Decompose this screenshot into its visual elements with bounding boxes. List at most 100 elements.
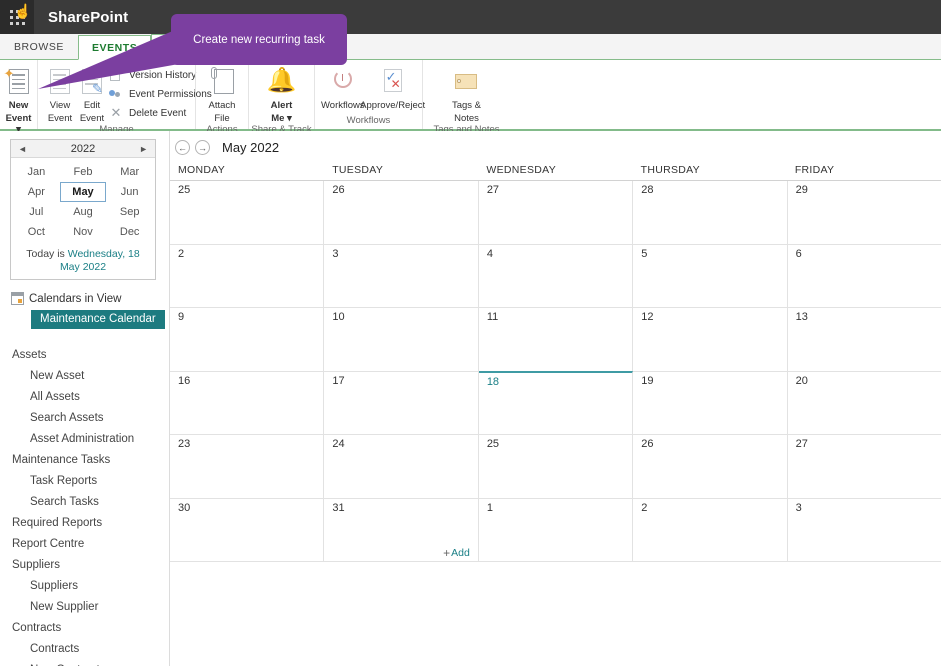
month-oct[interactable]: Oct — [13, 222, 60, 242]
month-feb[interactable]: Feb — [60, 162, 107, 182]
sidebar-item-search-tasks[interactable]: Search Tasks — [0, 492, 169, 513]
calendar-day-number: 5 — [641, 247, 648, 260]
month-mar[interactable]: Mar — [106, 162, 153, 182]
calendar-day-cell[interactable]: 17 — [324, 371, 479, 434]
calendar-day-cell[interactable]: 4 — [478, 244, 634, 307]
edit-event-button[interactable]: ✎ Edit Event — [76, 64, 108, 124]
calendar-day-cell[interactable]: 1 — [478, 498, 634, 561]
sidebar-item-contracts[interactable]: Contracts — [0, 639, 169, 660]
calendar-day-cell[interactable]: 11 — [478, 308, 634, 371]
month-apr[interactable]: Apr — [13, 182, 60, 202]
sidebar-item-new-supplier[interactable]: New Supplier — [0, 597, 169, 618]
month-jan[interactable]: Jan — [13, 162, 60, 182]
add-event-label: Add — [451, 547, 470, 559]
calendar-day-cell[interactable]: 2 — [633, 498, 788, 561]
calendar-toolbar: ← → May 2022 — [170, 131, 941, 164]
app-launcher-icon[interactable]: ☝ — [0, 0, 34, 34]
calendar-day-cell[interactable]: 26 — [633, 435, 788, 498]
tab-browse[interactable]: BROWSE — [0, 34, 78, 59]
calendar-day-cell[interactable]: 6 — [787, 244, 941, 307]
sidebar-item-required-reports[interactable]: Required Reports — [0, 513, 169, 534]
month-jun[interactable]: Jun — [106, 182, 153, 202]
calendar-day-number: 2 — [178, 247, 185, 260]
calendar-day-cell[interactable]: 19 — [633, 371, 788, 434]
calendar-day-cell[interactable]: 27 — [787, 435, 941, 498]
sidebar-item-contracts-group[interactable]: Contracts — [0, 618, 169, 639]
calendar-day-cell[interactable]: 5 — [633, 244, 788, 307]
calendar-day-cell[interactable]: 9 — [170, 308, 325, 371]
tab-events[interactable]: EVENTS — [77, 35, 152, 60]
calendar-day-cell[interactable]: 3 — [324, 244, 479, 307]
ribbon-group-new: ✦ New Event ▾ New — [0, 60, 37, 146]
edit-event-icon: ✎ — [76, 66, 108, 98]
sidebar-item-all-assets[interactable]: All Assets — [0, 387, 169, 408]
month-nov[interactable]: Nov — [60, 222, 107, 242]
month-jul[interactable]: Jul — [13, 202, 60, 222]
date-picker-months: Jan Feb Mar Apr May Jun Jul Aug Sep Oct … — [11, 158, 155, 244]
view-event-button[interactable]: View Event — [44, 64, 76, 124]
calendar-day-cell[interactable]: 25 — [478, 435, 634, 498]
attach-file-button[interactable]: Attach File — [202, 64, 242, 124]
tags-notes-button[interactable]: Tags & Notes — [443, 64, 491, 124]
ribbon-group-tags-notes: Tags & Notes Tags and Notes — [422, 60, 510, 135]
maintenance-calendar-badge[interactable]: Maintenance Calendar — [31, 310, 165, 329]
view-event-icon — [44, 66, 76, 98]
alert-me-button[interactable]: 🔔 Alert Me ▾ — [258, 64, 306, 124]
month-dec[interactable]: Dec — [106, 222, 153, 242]
sidebar-item-asset-administration[interactable]: Asset Administration — [0, 429, 169, 450]
ribbon-group-share-track: 🔔 Alert Me ▾ Share & Track — [248, 60, 314, 135]
sidebar-item-task-reports[interactable]: Task Reports — [0, 471, 169, 492]
calendar-day-cell[interactable]: 12 — [633, 308, 788, 371]
calendar-day-cell[interactable]: 31 + Add — [324, 498, 479, 561]
workflows-button[interactable]: Workflows — [321, 64, 365, 111]
ribbon-group-workflows: Workflows ✓ ✕ Approve/Reject Workflows — [314, 60, 425, 129]
calendar-day-cell[interactable]: 3 — [787, 498, 941, 561]
approve-reject-label: Approve/Reject — [360, 100, 426, 111]
calendar-title: May 2022 — [222, 140, 280, 155]
calendar-day-cell[interactable]: 29 — [787, 181, 941, 244]
calendar-day-cell[interactable]: 2 — [170, 244, 325, 307]
delete-icon: ✕ — [110, 105, 122, 120]
alert-bell-icon: 🔔 — [266, 67, 297, 94]
calendar-day-cell[interactable]: 13 — [787, 308, 941, 371]
prev-month-icon[interactable]: ← — [175, 140, 190, 155]
calendar-day-cell[interactable]: 20 — [787, 371, 941, 434]
calendar-day-cell[interactable]: 28 — [633, 181, 788, 244]
sidebar: ◄ 2022 ► Jan Feb Mar Apr May Jun Jul Aug… — [0, 131, 170, 666]
sidebar-item-suppliers-group[interactable]: Suppliers — [0, 555, 169, 576]
approve-reject-button[interactable]: ✓ ✕ Approve/Reject — [360, 64, 425, 111]
sidebar-item-new-asset[interactable]: New Asset — [0, 366, 169, 387]
calendar-day-cell[interactable]: 30 — [170, 498, 325, 561]
new-event-button[interactable]: ✦ New Event ▾ — [2, 64, 35, 135]
sidebar-item-search-assets[interactable]: Search Assets — [0, 408, 169, 429]
today-link[interactable]: Wednesday, 18 May 2022 — [60, 248, 140, 273]
calendar-day-number: 19 — [641, 374, 654, 387]
sidebar-item-new-contract[interactable]: New Contract — [0, 660, 169, 666]
calendar-day-cell[interactable]: 18 — [478, 370, 634, 434]
month-sep[interactable]: Sep — [106, 202, 153, 222]
month-may[interactable]: May — [59, 182, 107, 202]
sidebar-item-assets[interactable]: Assets — [0, 345, 169, 366]
add-event-link[interactable]: + Add — [443, 547, 470, 559]
calendar-day-number: 29 — [795, 184, 808, 196]
calendar-day-cell[interactable]: 25 — [170, 181, 325, 244]
next-year-icon[interactable]: ► — [139, 144, 148, 154]
calendar-day-cell[interactable]: 27 — [478, 181, 634, 244]
calendars-in-view-header: Calendars in View — [11, 292, 169, 305]
calendar-day-cell[interactable]: 26 — [324, 181, 479, 244]
calendar-day-number: 10 — [332, 311, 345, 323]
calendar-day-cell[interactable]: 23 — [170, 435, 325, 498]
sidebar-item-suppliers[interactable]: Suppliers — [0, 576, 169, 597]
next-month-icon[interactable]: → — [195, 140, 210, 155]
calendar-day-cell[interactable]: 16 — [170, 371, 325, 434]
calendar-day-cell[interactable]: 10 — [324, 308, 479, 371]
prev-year-icon[interactable]: ◄ — [18, 144, 27, 154]
month-aug[interactable]: Aug — [60, 202, 107, 222]
sidebar-item-maintenance-tasks[interactable]: Maintenance Tasks — [0, 450, 169, 471]
calendar-day-number: 11 — [486, 311, 499, 323]
mouse-cursor-icon: ☝ — [14, 3, 32, 19]
calendar-day-number: 3 — [332, 247, 339, 260]
calendar-day-number: 1 — [486, 501, 493, 514]
calendar-day-cell[interactable]: 24 — [324, 435, 479, 498]
sidebar-item-report-centre[interactable]: Report Centre — [0, 534, 169, 555]
